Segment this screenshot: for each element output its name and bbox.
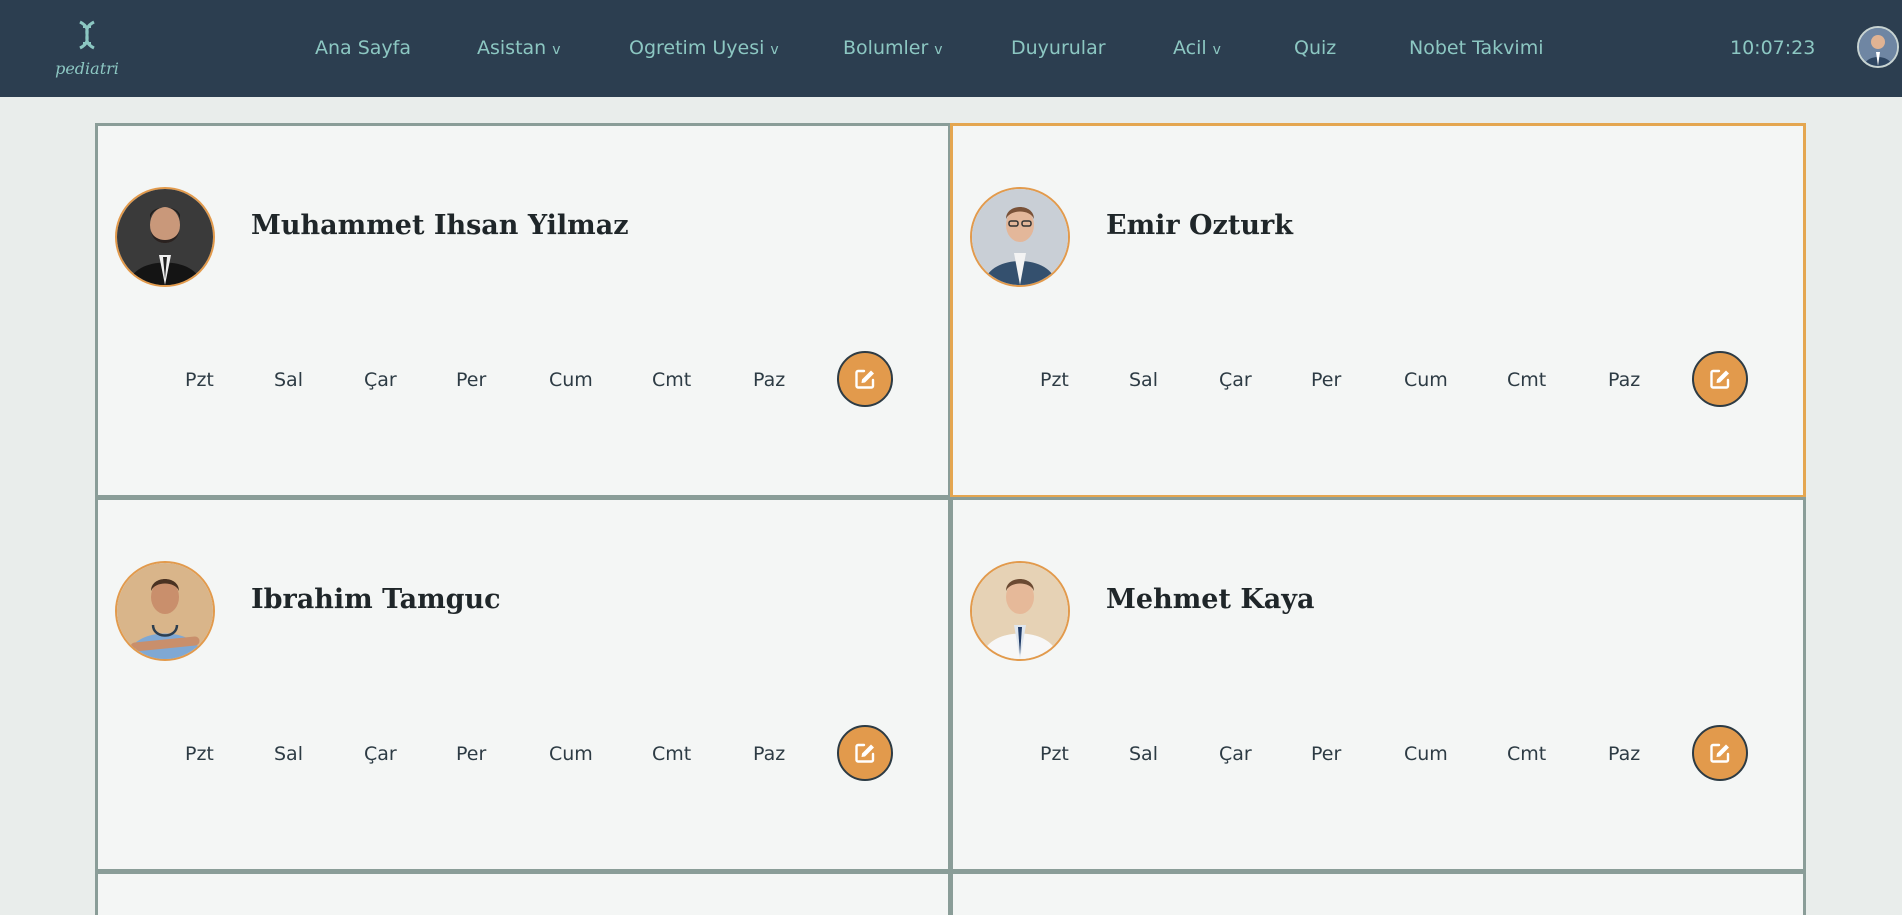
chevron-down-icon: v (1212, 42, 1221, 58)
chevron-down-icon: v (552, 42, 561, 58)
day-paz[interactable]: Paz (1608, 743, 1640, 765)
day-per[interactable]: Per (456, 369, 486, 391)
top-navbar: pediatri Ana Sayfa Asistan v Ogretim Uyes… (0, 0, 1902, 97)
user-photo (1859, 28, 1897, 66)
edit-icon (1710, 369, 1730, 389)
doctor-card-partial (950, 871, 1806, 915)
edit-icon (1710, 743, 1730, 763)
day-paz[interactable]: Paz (753, 369, 785, 391)
doctor-4-photo (972, 563, 1068, 659)
doctor-3-photo (117, 563, 213, 659)
nav-label: Acil (1173, 37, 1207, 59)
nav-label: Quiz (1294, 37, 1337, 59)
nav-asistan[interactable]: Asistan v (477, 36, 561, 62)
day-sal[interactable]: Sal (1129, 743, 1158, 765)
doctor-avatar (970, 561, 1070, 661)
app-logo[interactable]: pediatri (52, 18, 122, 80)
day-cmt[interactable]: Cmt (1507, 743, 1546, 765)
doctor-name: Muhammet Ihsan Yilmaz (251, 210, 629, 241)
nav-duyurular[interactable]: Duyurular (1011, 36, 1106, 60)
day-car[interactable]: Çar (364, 743, 397, 765)
doctor-name: Emir Ozturk (1106, 210, 1293, 241)
nav-label: Nobet Takvimi (1409, 37, 1544, 59)
chevron-down-icon: v (770, 42, 779, 58)
nav-label: Ogretim Uyesi (629, 37, 765, 59)
doctor-name: Ibrahim Tamguc (251, 584, 501, 615)
dna-logo-icon (79, 20, 95, 50)
edit-icon (855, 743, 875, 763)
doctor-avatar (115, 561, 215, 661)
nav-label: Duyurular (1011, 37, 1106, 59)
day-pzt[interactable]: Pzt (1040, 369, 1069, 391)
edit-button[interactable] (1692, 351, 1748, 407)
day-cmt[interactable]: Cmt (652, 743, 691, 765)
doctor-avatar (115, 187, 215, 287)
clock: 10:07:23 (1730, 37, 1816, 59)
day-pzt[interactable]: Pzt (185, 743, 214, 765)
day-cum[interactable]: Cum (549, 743, 593, 765)
edit-icon (855, 369, 875, 389)
day-per[interactable]: Per (1311, 369, 1341, 391)
day-sal[interactable]: Sal (274, 743, 303, 765)
nav-ogretim-uyesi[interactable]: Ogretim Uyesi v (629, 36, 779, 62)
day-cum[interactable]: Cum (1404, 369, 1448, 391)
day-paz[interactable]: Paz (1608, 369, 1640, 391)
day-cmt[interactable]: Cmt (652, 369, 691, 391)
doctor-card-partial (95, 871, 951, 915)
day-sal[interactable]: Sal (1129, 369, 1158, 391)
day-car[interactable]: Çar (1219, 369, 1252, 391)
day-pzt[interactable]: Pzt (1040, 743, 1069, 765)
chevron-down-icon: v (934, 42, 943, 58)
doctor-avatar (970, 187, 1070, 287)
day-car[interactable]: Çar (1219, 743, 1252, 765)
edit-button[interactable] (837, 725, 893, 781)
day-per[interactable]: Per (456, 743, 486, 765)
doctor-card: Ibrahim Tamguc Pzt Sal Çar Per Cum Cmt P… (95, 497, 951, 872)
day-cum[interactable]: Cum (549, 369, 593, 391)
edit-button[interactable] (1692, 725, 1748, 781)
nav-acil[interactable]: Acil v (1173, 36, 1221, 62)
nav-ana-sayfa[interactable]: Ana Sayfa (315, 36, 411, 60)
day-paz[interactable]: Paz (753, 743, 785, 765)
nav-label: Ana Sayfa (315, 37, 412, 59)
day-pzt[interactable]: Pzt (185, 369, 214, 391)
day-cmt[interactable]: Cmt (1507, 369, 1546, 391)
logo-text: pediatri (55, 59, 119, 78)
doctor-card: Muhammet Ihsan Yilmaz Pzt Sal Çar Per Cu… (95, 123, 951, 498)
edit-button[interactable] (837, 351, 893, 407)
doctor-card: Emir Ozturk Pzt Sal Çar Per Cum Cmt Paz (950, 123, 1806, 498)
day-sal[interactable]: Sal (274, 369, 303, 391)
day-cum[interactable]: Cum (1404, 743, 1448, 765)
nav-label: Asistan (477, 37, 547, 59)
user-avatar[interactable] (1857, 26, 1899, 68)
nav-label: Bolumler (843, 37, 929, 59)
doctor-1-photo (117, 189, 213, 285)
day-car[interactable]: Çar (364, 369, 397, 391)
day-per[interactable]: Per (1311, 743, 1341, 765)
nav-quiz[interactable]: Quiz (1294, 36, 1336, 60)
nav-bolumler[interactable]: Bolumler v (843, 36, 943, 62)
nav-nobet-takvimi[interactable]: Nobet Takvimi (1409, 36, 1544, 60)
doctor-name: Mehmet Kaya (1106, 584, 1315, 615)
doctor-2-photo (972, 189, 1068, 285)
doctor-card: Mehmet Kaya Pzt Sal Çar Per Cum Cmt Paz (950, 497, 1806, 872)
